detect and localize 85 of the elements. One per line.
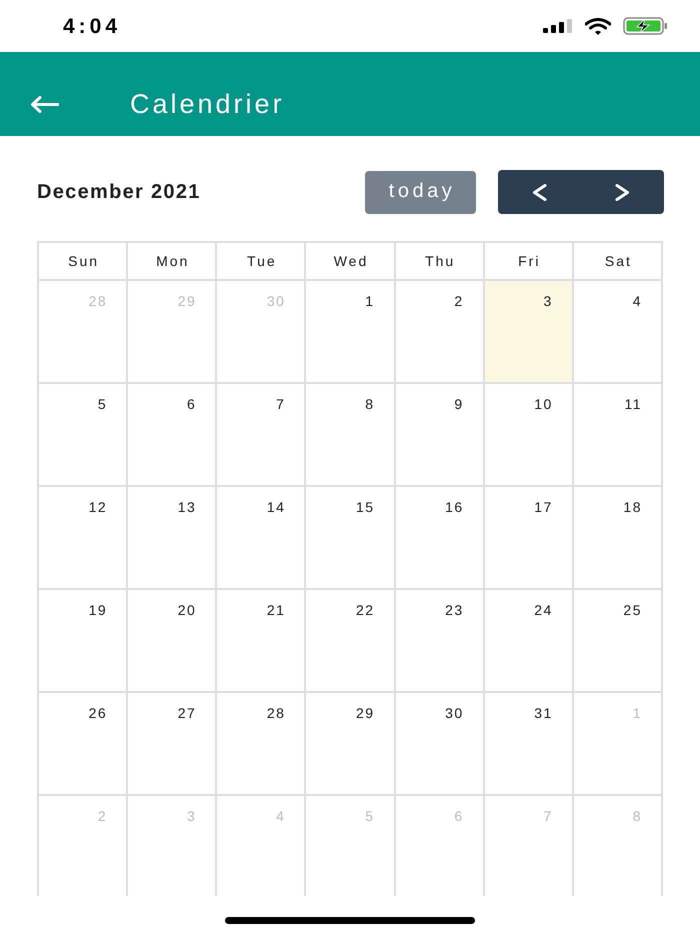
day-cell[interactable]: 1 [306, 281, 396, 384]
day-number: 29 [178, 294, 196, 308]
day-number: 13 [178, 500, 196, 514]
day-cell[interactable]: 26 [39, 693, 128, 796]
day-cell[interactable]: 11 [574, 384, 663, 487]
status-time: 4:04 [63, 16, 122, 36]
day-number: 12 [88, 500, 108, 514]
day-cell[interactable]: 10 [484, 384, 574, 487]
day-cell[interactable]: 14 [217, 487, 306, 590]
day-number: 3 [186, 809, 196, 823]
day-cell[interactable]: 3 [484, 281, 574, 384]
day-number: 31 [534, 706, 553, 720]
day-number: 10 [534, 397, 553, 411]
day-cell[interactable]: 29 [306, 693, 396, 796]
day-number: 4 [276, 809, 286, 823]
day-number: 23 [445, 603, 464, 617]
day-number: 21 [266, 603, 286, 617]
wifi-icon [585, 18, 611, 34]
day-cell[interactable]: 28 [217, 693, 306, 796]
day-cell[interactable]: 31 [484, 693, 574, 796]
day-number: 4 [632, 294, 642, 308]
day-number: 25 [623, 603, 642, 617]
arrow-left-icon [30, 96, 59, 112]
day-number: 7 [544, 809, 553, 823]
day-number: 30 [266, 294, 286, 308]
day-cell[interactable]: 13 [128, 487, 218, 590]
day-number: 5 [98, 397, 108, 411]
day-cell[interactable]: 19 [39, 590, 128, 693]
battery-charging-icon [623, 17, 668, 35]
day-number: 27 [178, 706, 196, 720]
day-cell[interactable]: 17 [484, 487, 574, 590]
day-cell[interactable]: 7 [217, 384, 306, 487]
day-number: 17 [534, 500, 553, 514]
day-number: 22 [356, 603, 375, 617]
day-cell[interactable]: 8 [306, 384, 396, 487]
day-number: 24 [534, 603, 553, 617]
day-cell[interactable]: 6 [128, 384, 218, 487]
day-number: 20 [178, 603, 196, 617]
month-title: December 2021 [37, 182, 201, 202]
screen-title: Calendrier [130, 90, 285, 118]
day-cell[interactable]: 16 [396, 487, 485, 590]
day-number: 16 [445, 500, 464, 514]
day-cell[interactable]: 9 [396, 384, 485, 487]
back-button[interactable] [30, 96, 59, 112]
day-number: 5 [365, 809, 375, 823]
previous-month-button[interactable] [498, 170, 581, 214]
day-number: 8 [632, 809, 642, 823]
day-number: 6 [186, 397, 196, 411]
day-cell[interactable]: 30 [396, 693, 485, 796]
day-cell[interactable]: 22 [306, 590, 396, 693]
day-cell[interactable]: 23 [396, 590, 485, 693]
day-number: 15 [356, 500, 375, 514]
day-cell[interactable]: 27 [128, 693, 218, 796]
day-number: 2 [454, 294, 464, 308]
day-number: 1 [632, 706, 642, 720]
day-number: 9 [454, 397, 464, 411]
day-number: 28 [266, 706, 286, 720]
day-number: 3 [544, 294, 553, 308]
day-number: 11 [624, 397, 642, 411]
chevron-right-icon [615, 184, 630, 200]
day-cell[interactable]: 15 [306, 487, 396, 590]
day-cell[interactable]: 24 [484, 590, 574, 693]
day-number: 19 [88, 603, 108, 617]
day-cell[interactable]: 12 [39, 487, 128, 590]
day-cell[interactable]: 18 [574, 487, 663, 590]
day-number: 18 [623, 500, 642, 514]
day-number: 28 [88, 294, 108, 308]
day-cell[interactable]: 25 [574, 590, 663, 693]
signal-icon [543, 19, 573, 33]
day-number: 2 [98, 809, 108, 823]
day-cell[interactable]: 2 [396, 281, 485, 384]
day-cell[interactable]: 5 [39, 384, 128, 487]
day-number: 8 [365, 397, 375, 411]
day-cell[interactable]: 21 [217, 590, 306, 693]
day-number: 26 [88, 706, 108, 720]
day-cell[interactable]: 4 [574, 281, 663, 384]
day-number: 7 [276, 397, 286, 411]
chevron-left-icon [532, 184, 547, 200]
day-number: 29 [356, 706, 375, 720]
next-month-button[interactable] [581, 170, 664, 214]
day-number: 1 [365, 294, 375, 308]
day-number: 14 [266, 500, 286, 514]
day-number: 30 [445, 706, 464, 720]
day-cell[interactable]: 20 [128, 590, 218, 693]
day-number: 6 [454, 809, 464, 823]
